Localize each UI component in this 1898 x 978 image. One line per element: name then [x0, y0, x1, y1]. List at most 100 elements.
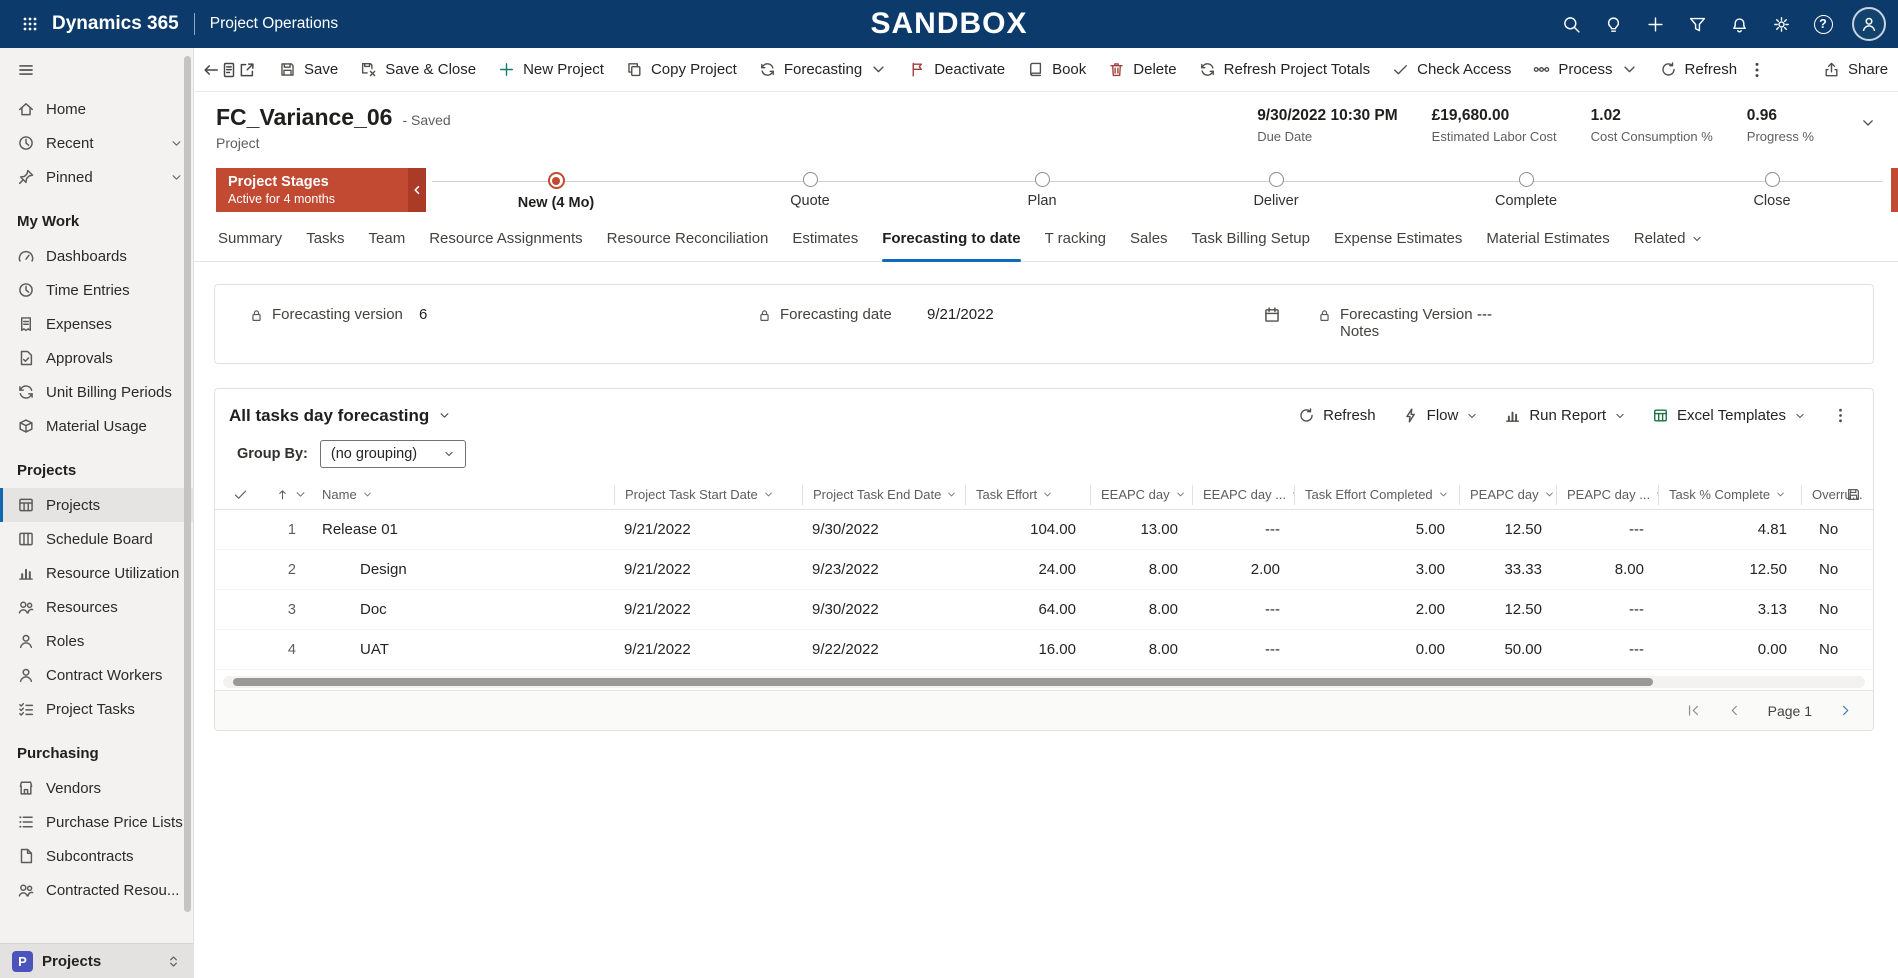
sidebar-item-project-tasks[interactable]: Project Tasks: [0, 692, 193, 726]
field-forecasting-version[interactable]: Forecasting version 6: [215, 306, 757, 340]
horizontal-scrollbar[interactable]: [223, 676, 1865, 688]
sidebar-item-purchase-price-lists[interactable]: Purchase Price Lists: [0, 805, 193, 839]
sidebar-item-projects[interactable]: Projects: [0, 488, 193, 522]
column-header-start-date[interactable]: Project Task Start Date: [614, 484, 802, 505]
tab-resource-reconciliation[interactable]: Resource Reconciliation: [607, 216, 769, 262]
form-selector-button[interactable]: [220, 52, 238, 88]
account-avatar[interactable]: [1852, 7, 1886, 41]
settings-button[interactable]: [1760, 0, 1802, 48]
stage-deliver[interactable]: Deliver: [1196, 172, 1356, 209]
stage-new[interactable]: New (4 Mo): [476, 172, 636, 211]
column-header-task-pct-complete[interactable]: Task % Complete: [1658, 484, 1801, 505]
hierarchy-column-header[interactable]: [266, 485, 312, 505]
search-button[interactable]: [1550, 0, 1592, 48]
column-header-peapc-day[interactable]: PEAPC day: [1459, 484, 1556, 505]
table-row[interactable]: 4 UAT 9/21/2022 9/22/2022 16.00 8.00 ---…: [215, 630, 1873, 670]
more-commands-button[interactable]: [1748, 52, 1766, 88]
open-in-new-window-button[interactable]: [238, 52, 256, 88]
quick-create-button[interactable]: [1634, 0, 1676, 48]
table-row[interactable]: 2 Design 9/21/2022 9/23/2022 24.00 8.00 …: [215, 550, 1873, 590]
cell-task-name[interactable]: UAT: [312, 641, 614, 658]
area-name[interactable]: Project Operations: [210, 15, 338, 33]
column-header-peapc-day-2[interactable]: PEAPC day ...: [1556, 484, 1658, 505]
tab-forecasting-to-date[interactable]: Forecasting to date: [882, 216, 1021, 262]
tab-estimates[interactable]: Estimates: [792, 216, 858, 262]
share-button[interactable]: Share: [1812, 52, 1898, 88]
tab-related[interactable]: Related: [1634, 216, 1704, 262]
check-access-button[interactable]: Check Access: [1381, 52, 1522, 88]
process-menu-button[interactable]: Process: [1522, 52, 1648, 88]
table-row[interactable]: 3 Doc 9/21/2022 9/30/2022 64.00 8.00 ---…: [215, 590, 1873, 630]
chevron-down-icon[interactable]: [170, 137, 183, 150]
sidebar-item-vendors[interactable]: Vendors: [0, 771, 193, 805]
sidebar-item-schedule-board[interactable]: Schedule Board: [0, 522, 193, 556]
previous-page-button[interactable]: [1727, 703, 1742, 718]
stage-quote[interactable]: Quote: [730, 172, 890, 209]
sidebar-item-home[interactable]: Home: [0, 92, 193, 126]
table-row[interactable]: 1 Release 01 9/21/2022 9/30/2022 104.00 …: [215, 510, 1873, 550]
help-button[interactable]: ?: [1802, 0, 1844, 48]
collapse-header-button[interactable]: [1860, 115, 1876, 131]
new-project-button[interactable]: New Project: [487, 52, 615, 88]
tab-material-estimates[interactable]: Material Estimates: [1486, 216, 1609, 262]
cell-task-name[interactable]: Doc: [312, 601, 614, 618]
stage-close[interactable]: Close: [1692, 172, 1852, 209]
forecasting-menu-button[interactable]: Forecasting: [748, 52, 898, 88]
cell-task-name[interactable]: Release 01: [312, 521, 614, 538]
first-page-button[interactable]: [1686, 703, 1701, 718]
deactivate-button[interactable]: Deactivate: [898, 52, 1016, 88]
excel-templates-menu-button[interactable]: Excel Templates: [1642, 401, 1816, 430]
run-report-menu-button[interactable]: Run Report: [1494, 401, 1636, 430]
sidebar-item-approvals[interactable]: Approvals: [0, 341, 193, 375]
sidebar-item-contract-workers[interactable]: Contract Workers: [0, 658, 193, 692]
back-button[interactable]: [202, 52, 220, 88]
tab-tracking[interactable]: T racking: [1045, 216, 1106, 262]
column-header-eeapc-day[interactable]: EEAPC day: [1090, 484, 1192, 505]
save-and-close-button[interactable]: Save & Close: [349, 52, 487, 88]
sidebar-item-time-entries[interactable]: Time Entries: [0, 273, 193, 307]
tab-resource-assignments[interactable]: Resource Assignments: [429, 216, 582, 262]
tab-sales[interactable]: Sales: [1130, 216, 1168, 262]
tab-task-billing-setup[interactable]: Task Billing Setup: [1192, 216, 1310, 262]
refresh-button[interactable]: Refresh: [1649, 52, 1749, 88]
notifications-button[interactable]: [1718, 0, 1760, 48]
sidebar-scrollbar[interactable]: [184, 56, 191, 912]
sidebar-item-pinned[interactable]: Pinned: [0, 160, 193, 194]
ideas-button[interactable]: [1592, 0, 1634, 48]
column-header-overrun[interactable]: Overru...: [1801, 484, 1875, 505]
save-button[interactable]: Save: [268, 52, 349, 88]
chevron-down-icon[interactable]: [170, 171, 183, 184]
column-header-task-effort[interactable]: Task Effort: [965, 484, 1090, 505]
field-forecasting-version-notes[interactable]: Forecasting Version Notes ---: [1317, 306, 1873, 340]
grid-more-commands-button[interactable]: [1822, 401, 1859, 430]
sidebar-item-contracted-resources[interactable]: Contracted Resou...: [0, 873, 193, 907]
tab-team[interactable]: Team: [369, 216, 406, 262]
stage-plan[interactable]: Plan: [962, 172, 1122, 209]
scrollbar-thumb[interactable]: [233, 678, 1653, 686]
area-switcher[interactable]: P Projects: [0, 943, 193, 978]
app-name[interactable]: Dynamics 365: [52, 13, 179, 35]
date-picker-button[interactable]: [1263, 306, 1281, 324]
sidebar-item-roles[interactable]: Roles: [0, 624, 193, 658]
column-header-name[interactable]: Name: [312, 485, 614, 505]
stage-complete[interactable]: Complete: [1446, 172, 1606, 209]
filter-button[interactable]: [1676, 0, 1718, 48]
book-button[interactable]: Book: [1016, 52, 1097, 88]
grid-refresh-button[interactable]: Refresh: [1288, 401, 1386, 430]
column-header-task-effort-completed[interactable]: Task Effort Completed: [1294, 484, 1459, 505]
refresh-project-totals-button[interactable]: Refresh Project Totals: [1188, 52, 1381, 88]
next-page-button[interactable]: [1838, 703, 1853, 718]
sidebar-item-dashboards[interactable]: Dashboards: [0, 239, 193, 273]
column-header-end-date[interactable]: Project Task End Date: [802, 484, 965, 505]
select-all-column-header[interactable]: [215, 485, 266, 505]
column-header-eeapc-day-2[interactable]: EEAPC day ...: [1192, 484, 1294, 505]
sidebar-item-subcontracts[interactable]: Subcontracts: [0, 839, 193, 873]
flow-menu-button[interactable]: Flow: [1392, 401, 1489, 430]
sidebar-item-resource-utilization[interactable]: Resource Utilization: [0, 556, 193, 590]
tab-expense-estimates[interactable]: Expense Estimates: [1334, 216, 1462, 262]
view-selector[interactable]: All tasks day forecasting: [229, 406, 451, 426]
sidebar-item-resources[interactable]: Resources: [0, 590, 193, 624]
delete-button[interactable]: Delete: [1097, 52, 1187, 88]
sidebar-item-material-usage[interactable]: Material Usage: [0, 409, 193, 443]
sidebar-item-expenses[interactable]: Expenses: [0, 307, 193, 341]
